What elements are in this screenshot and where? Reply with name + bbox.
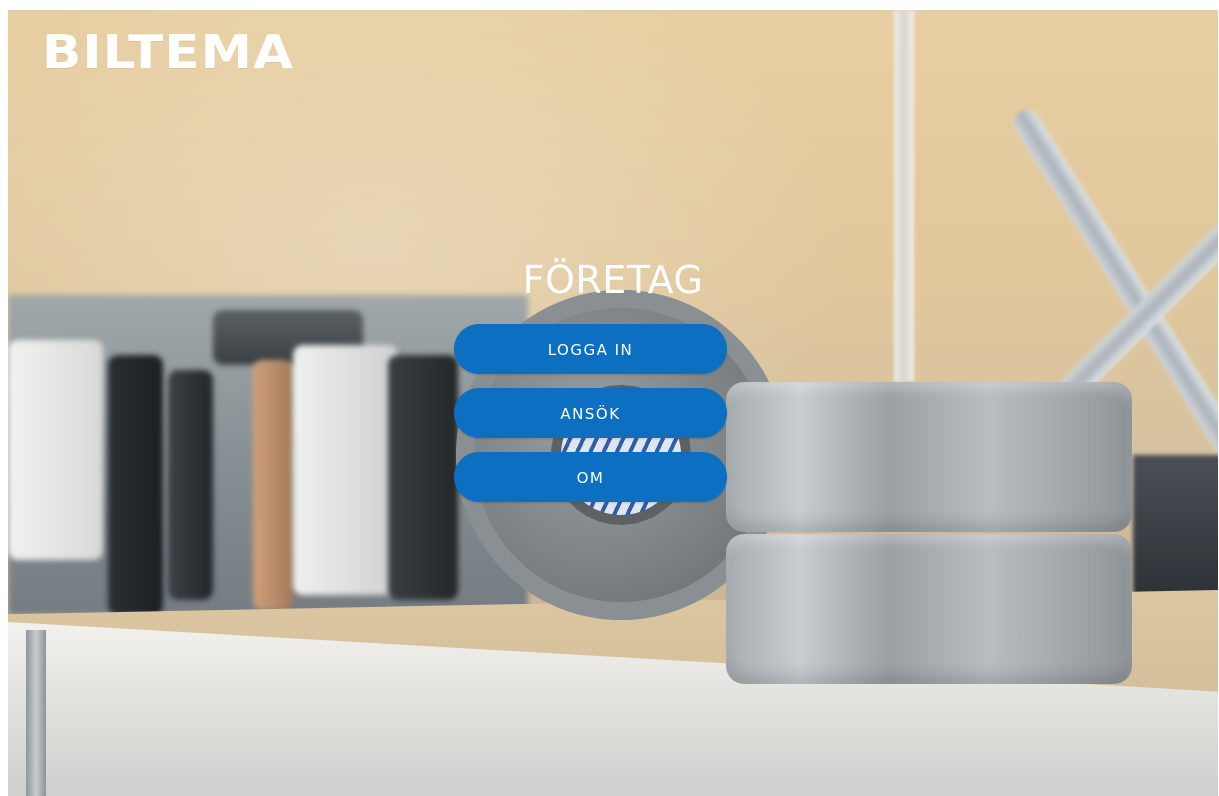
tool-background (108, 355, 163, 615)
shelf-post (26, 630, 46, 796)
tape-roll-top (726, 382, 1132, 532)
login-button[interactable]: LOGGA IN (454, 324, 727, 374)
biltema-logo[interactable]: BILTEMA (42, 25, 294, 79)
about-button[interactable]: OM (454, 452, 727, 502)
tape-roll-bottom (726, 534, 1132, 684)
wall-pipe-background (894, 10, 914, 382)
tool-background (168, 370, 213, 600)
dark-object-background (1133, 455, 1218, 605)
action-menu: LOGGA IN ANSÖK OM (454, 324, 727, 516)
duct-tape-stack (726, 382, 1132, 684)
tool-background (253, 360, 293, 610)
tool-background (8, 340, 103, 560)
page: BILTEMA FÖRETAG LOGGA IN ANSÖK OM (8, 10, 1218, 796)
page-title: FÖRETAG (522, 258, 704, 302)
apply-button[interactable]: ANSÖK (454, 388, 727, 438)
tool-background (293, 345, 398, 595)
